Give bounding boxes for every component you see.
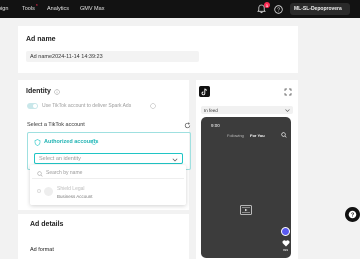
refresh-icon[interactable] <box>184 122 191 129</box>
option-account-name: Shield Legal <box>57 186 85 192</box>
placement-value: In feed <box>204 107 218 113</box>
help-button[interactable]: ? <box>273 3 284 15</box>
tab-for-you[interactable]: For You <box>250 133 265 138</box>
ad-name-heading: Ad name <box>26 36 56 43</box>
nav-item-partial[interactable]: oign <box>0 6 8 12</box>
account-switcher[interactable]: ML-SL-Depoprovera <box>290 3 350 15</box>
fullscreen-icon[interactable] <box>284 88 292 96</box>
search-icon <box>37 171 43 177</box>
option-account-type: Business Account <box>57 194 93 199</box>
nav-item-tools[interactable]: Tools <box>22 6 35 12</box>
like-count: 999 <box>283 248 289 252</box>
spark-ads-toggle[interactable] <box>27 103 38 109</box>
spark-ads-toggle-label: Use TikTok account to deliver Spark Ads <box>42 103 132 109</box>
radio-icon <box>37 189 41 193</box>
shield-check-icon <box>34 139 41 146</box>
video-placeholder-icon <box>240 205 252 215</box>
chevron-down-icon <box>172 158 178 162</box>
avatar <box>44 187 53 196</box>
placement-select[interactable]: In feed <box>201 106 293 114</box>
phone-time: 9:00 <box>211 123 220 128</box>
identity-select-placeholder: Select an identity <box>39 155 81 162</box>
identity-select[interactable]: Select an identity <box>34 153 183 164</box>
account-name: ML-SL-Depoprovera <box>294 6 342 12</box>
floating-help-button[interactable]: ? <box>345 207 360 222</box>
identity-option-shield-legal[interactable]: Shield Legal Business Account <box>32 182 184 202</box>
ad-name-card: Ad name Ad name2024-11-14 14:39:23 <box>18 26 298 73</box>
tab-following[interactable]: Following <box>227 133 244 138</box>
creator-avatar <box>281 227 290 236</box>
phone-preview: 9:00 Following For You 999 <box>201 117 291 258</box>
ad-details-heading: Ad details <box>30 221 64 228</box>
svg-text:?: ? <box>277 7 280 13</box>
help-circle-icon: ? <box>348 210 357 218</box>
identity-heading: Identity <box>26 88 51 95</box>
notification-count-badge: 1 <box>264 2 270 8</box>
ad-format-label: Ad format <box>30 247 54 253</box>
top-navigation-bar: oign Tools* Analytics GMV Max 1 ? ML-SL-… <box>0 0 360 18</box>
identity-dropdown: Search by name Shield Legal Business Acc… <box>30 165 186 205</box>
heart-icon[interactable] <box>282 240 290 247</box>
identity-search-input[interactable]: Search by name <box>32 168 184 179</box>
search-icon[interactable] <box>281 132 287 138</box>
tools-new-marker: * <box>35 4 38 10</box>
info-icon[interactable] <box>54 88 60 95</box>
ad-name-value: Ad name2024-11-14 14:39:23 <box>30 53 103 60</box>
spark-info-icon[interactable] <box>150 103 156 109</box>
ad-details-card: Ad details Ad format <box>18 214 189 259</box>
tiktok-logo-icon <box>199 86 210 97</box>
nav-item-gmv-max[interactable]: GMV Max <box>80 6 104 12</box>
chevron-down-icon <box>285 108 290 112</box>
authorized-info-icon[interactable] <box>91 139 97 145</box>
select-account-label: Select a TikTok account <box>27 122 85 128</box>
ad-name-input[interactable]: Ad name2024-11-14 14:39:23 <box>26 51 199 62</box>
help-circle-icon: ? <box>274 4 283 14</box>
identity-search-placeholder: Search by name <box>46 170 83 176</box>
nav-item-analytics[interactable]: Analytics <box>47 6 69 12</box>
